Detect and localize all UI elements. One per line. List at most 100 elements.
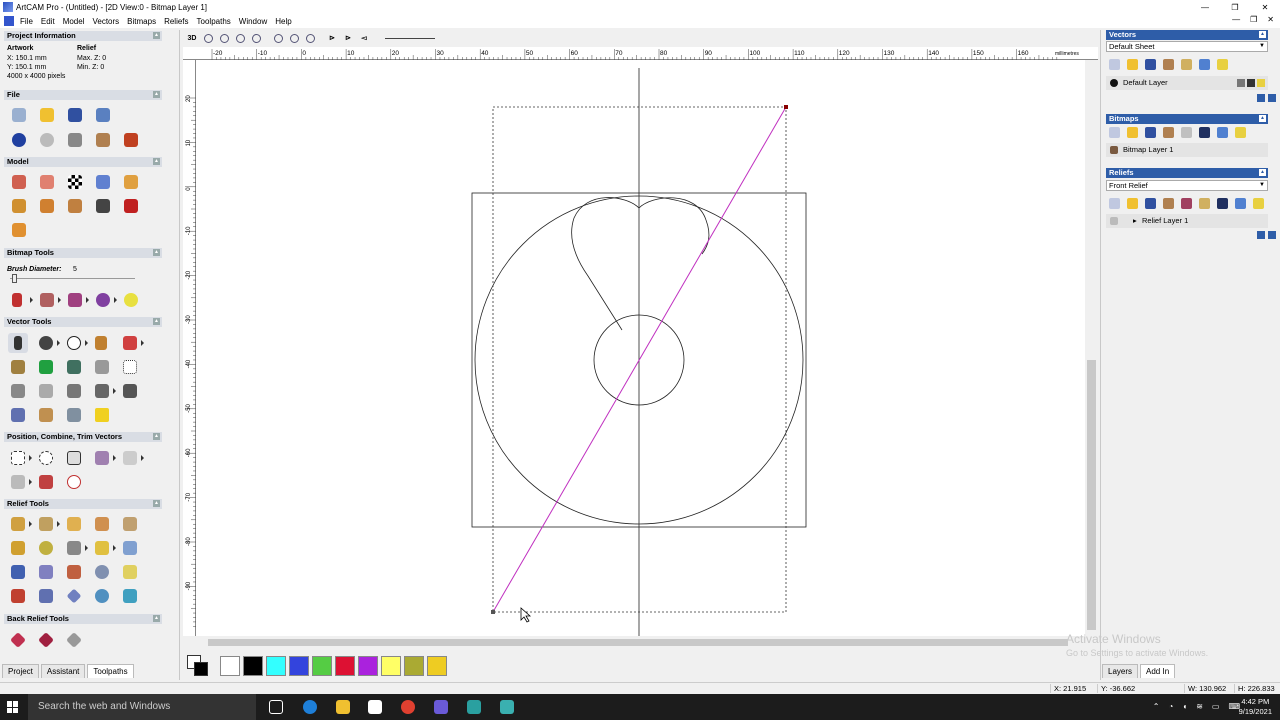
palette-icon[interactable] [93,290,117,310]
undo-icon[interactable] [9,130,29,150]
windows-start-icon[interactable] [7,701,19,713]
cut-icon[interactable] [65,130,85,150]
delete-relief-icon[interactable] [1235,198,1246,209]
back-relief-1-icon[interactable] [8,630,28,650]
menu-help[interactable]: Help [271,17,295,26]
nest-icon[interactable] [64,448,84,468]
visibility-bulb-icon[interactable] [1257,79,1265,87]
model-bear4-icon[interactable] [65,196,85,216]
wifi-icon[interactable]: ≋ [1196,702,1203,711]
node-edit-icon[interactable] [120,333,144,353]
minimize-button[interactable]: — [1190,0,1220,14]
position-combine-header[interactable]: Position, Combine, Trim Vectors ▲ [4,432,162,442]
vertical-scrollbar[interactable] [1085,60,1098,636]
pin-icon[interactable]: ▲ [153,158,160,165]
back-relief-2-icon[interactable] [36,630,56,650]
copy-bitmap-icon[interactable] [1163,127,1174,138]
edge-icon[interactable] [303,700,317,714]
pin-icon[interactable]: ▲ [153,32,160,39]
pin-icon[interactable]: ▲ [153,433,160,440]
horizontal-scroll-thumb[interactable] [208,639,1068,646]
view-3d-button[interactable]: 3D [185,32,199,44]
save-icon[interactable] [65,105,85,125]
vertical-scroll-thumb[interactable] [1087,360,1096,630]
chevron-down-icon[interactable]: ▼ [1258,43,1266,50]
bulb-icon[interactable] [1253,198,1264,209]
menu-model[interactable]: Model [59,17,89,26]
grid-icon[interactable] [92,357,112,377]
pin-icon[interactable]: ▲ [153,318,160,325]
rotate-icon[interactable] [36,448,56,468]
lock-icon[interactable] [1237,79,1245,87]
chevron-icon[interactable] [92,381,116,401]
move-up-icon[interactable] [1257,94,1265,102]
app-taskbar-icon-2[interactable] [500,700,514,714]
relief-diamond-icon[interactable] [64,586,84,606]
swatch-light-yellow[interactable] [381,656,401,676]
wave-icon[interactable] [8,381,28,401]
relief-s-icon[interactable] [8,538,28,558]
zoom-all-icon[interactable] [287,32,301,44]
tab-toolpaths[interactable]: Toolpaths [87,664,134,678]
volume-icon[interactable]: ◖ [1182,702,1187,711]
doc-minimize-button[interactable]: — [1232,15,1240,24]
pattern-icon[interactable] [36,472,56,492]
relief-feather-icon[interactable] [64,562,84,582]
merge-bitmap-icon[interactable] [1199,127,1210,138]
model-header[interactable]: Model ▲ [4,157,162,167]
vector-layer-icon[interactable] [8,405,28,425]
model-render-icon[interactable] [93,196,113,216]
relief-wave-icon[interactable] [36,562,56,582]
combine-relief-icon[interactable] [1181,198,1192,209]
vector-tools-header[interactable]: Vector Tools ▲ [4,317,162,327]
brush-slider-track[interactable] [10,278,135,279]
merge-relief-icon[interactable] [1217,198,1228,209]
zoom-out-icon[interactable] [217,32,231,44]
create-model-icon[interactable] [9,172,29,192]
model-bear-icon[interactable] [121,172,141,192]
join-icon[interactable] [8,472,32,492]
menu-bitmaps[interactable]: Bitmaps [123,17,160,26]
model-resolution-icon[interactable] [37,172,57,192]
fill-icon[interactable] [121,290,141,310]
swatch-gold[interactable] [427,656,447,676]
open-relief-icon[interactable] [1127,198,1138,209]
offset-icon[interactable] [64,381,84,401]
selection-handle-top-right[interactable] [784,105,788,109]
relief-smooth-icon[interactable] [92,538,116,558]
taskbar-clock[interactable]: 4:42 PM 9/19/2021 [1239,697,1272,717]
sheet-select[interactable]: Default Sheet ▼ [1106,41,1268,52]
relief-tools-header[interactable]: Relief Tools ▲ [4,499,162,509]
set-origin-icon[interactable] [93,172,113,192]
eraser-icon[interactable] [65,290,89,310]
vector-doctor-icon[interactable] [64,357,84,377]
copy-icon[interactable] [93,130,113,150]
chevron-right-icon[interactable]: ▸ [1133,214,1137,228]
transform-icon[interactable] [36,333,60,353]
trim-icon[interactable] [120,381,140,401]
copy-relief-icon[interactable] [1163,198,1174,209]
model-paint-icon[interactable] [9,220,29,240]
swatch-red[interactable] [335,656,355,676]
paste-bitmap-icon[interactable] [1181,127,1192,138]
tab-assistant[interactable]: Assistant [40,664,86,678]
document-icon[interactable] [4,16,14,26]
save-as-icon[interactable] [93,105,113,125]
tab-add-in[interactable]: Add In [1140,664,1176,678]
save-bitmap-icon[interactable] [1145,127,1156,138]
new-bitmap-icon[interactable] [1109,127,1120,138]
move-down-icon[interactable] [1268,94,1276,102]
model-bear2-icon[interactable] [9,196,29,216]
file-explorer-icon[interactable] [336,700,350,714]
draw-icon[interactable] [36,405,56,425]
current-color-swatch[interactable] [187,655,217,677]
pin-icon[interactable]: ▲ [153,615,160,622]
save-relief-icon[interactable] [1145,198,1156,209]
tab-layers[interactable]: Layers [1102,664,1139,678]
pin-icon[interactable]: ▲ [1259,169,1266,176]
brush-icon[interactable] [37,290,61,310]
group-icon[interactable] [92,448,116,468]
edit-icon[interactable] [1247,79,1255,87]
relief-shape-icon[interactable] [8,514,32,534]
drawing-svg[interactable] [196,60,1085,636]
